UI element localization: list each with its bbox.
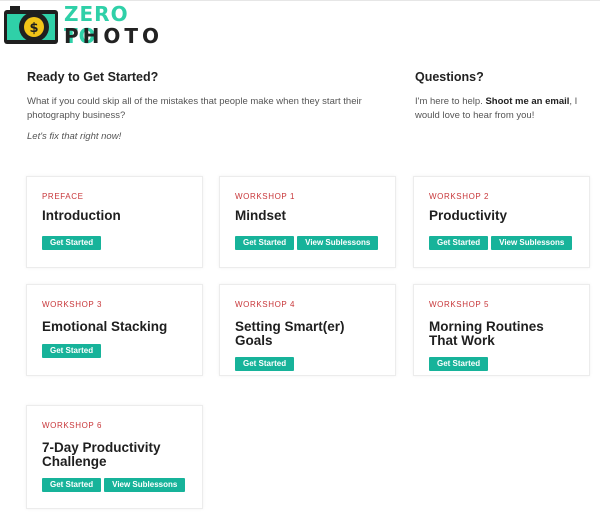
intro-heading: Ready to Get Started? [27, 70, 159, 84]
card-title[interactable]: 7-Day Productivity Challenge [42, 441, 182, 469]
view-sublessons-button[interactable]: View Sublessons [104, 478, 186, 492]
intro-tagline: Let's fix that right now! [27, 131, 122, 142]
view-sublessons-button[interactable]: View Sublessons [491, 236, 573, 250]
get-started-button[interactable]: Get Started [42, 478, 102, 492]
svg-text:$: $ [29, 21, 38, 36]
card-label: WORKSHOP 4 [235, 300, 296, 309]
card-title[interactable]: Introduction [42, 209, 192, 223]
card-label: WORKSHOP 5 [429, 300, 490, 309]
card-label: WORKSHOP 2 [429, 192, 490, 201]
card-label: WORKSHOP 1 [235, 192, 296, 201]
card-label: PREFACE [42, 192, 84, 201]
get-started-button[interactable]: Get Started [429, 236, 489, 250]
card-label: WORKSHOP 3 [42, 300, 103, 309]
lesson-card-workshop-2: WORKSHOP 2 Productivity Get Started View… [413, 176, 590, 268]
lesson-card-workshop-4: WORKSHOP 4 Setting Smart(er) Goals Get S… [219, 284, 396, 376]
top-divider [0, 0, 600, 1]
lesson-card-workshop-6: WORKSHOP 6 7-Day Productivity Challenge … [26, 405, 203, 509]
questions-body: I'm here to help. Shoot me an email, I w… [415, 95, 590, 122]
questions-section: Questions? I'm here to help. Shoot me an… [415, 70, 590, 130]
lesson-card-workshop-5: WORKSHOP 5 Morning Routines That Work Ge… [413, 284, 590, 376]
logo-text-line2: PHOTO [64, 24, 164, 48]
intro-section: Ready to Get Started? What if you could … [27, 70, 377, 152]
camera-dollar-icon: $ [4, 6, 58, 44]
lesson-card-workshop-1: WORKSHOP 1 Mindset Get Started View Subl… [219, 176, 396, 268]
card-label: WORKSHOP 6 [42, 421, 103, 430]
questions-body-before: I'm here to help. [415, 96, 486, 107]
intro-body: What if you could skip all of the mistak… [27, 96, 362, 121]
lesson-card-workshop-3: WORKSHOP 3 Emotional Stacking Get Starte… [26, 284, 203, 376]
get-started-button[interactable]: Get Started [42, 236, 102, 250]
card-title[interactable]: Emotional Stacking [42, 320, 192, 334]
card-title[interactable]: Setting Smart(er) Goals [235, 320, 365, 348]
questions-heading: Questions? [415, 70, 484, 84]
get-started-button[interactable]: Get Started [235, 236, 295, 250]
get-started-button[interactable]: Get Started [42, 344, 102, 358]
site-logo[interactable]: $ ZERO TO PHOTO [4, 2, 159, 47]
card-title[interactable]: Productivity [429, 209, 579, 223]
card-title[interactable]: Mindset [235, 209, 385, 223]
view-sublessons-button[interactable]: View Sublessons [297, 236, 379, 250]
lesson-card-preface: PREFACE Introduction Get Started [26, 176, 203, 268]
get-started-button[interactable]: Get Started [235, 357, 295, 371]
email-link[interactable]: Shoot me an email [485, 96, 569, 107]
card-title[interactable]: Morning Routines That Work [429, 320, 569, 348]
get-started-button[interactable]: Get Started [429, 357, 489, 371]
